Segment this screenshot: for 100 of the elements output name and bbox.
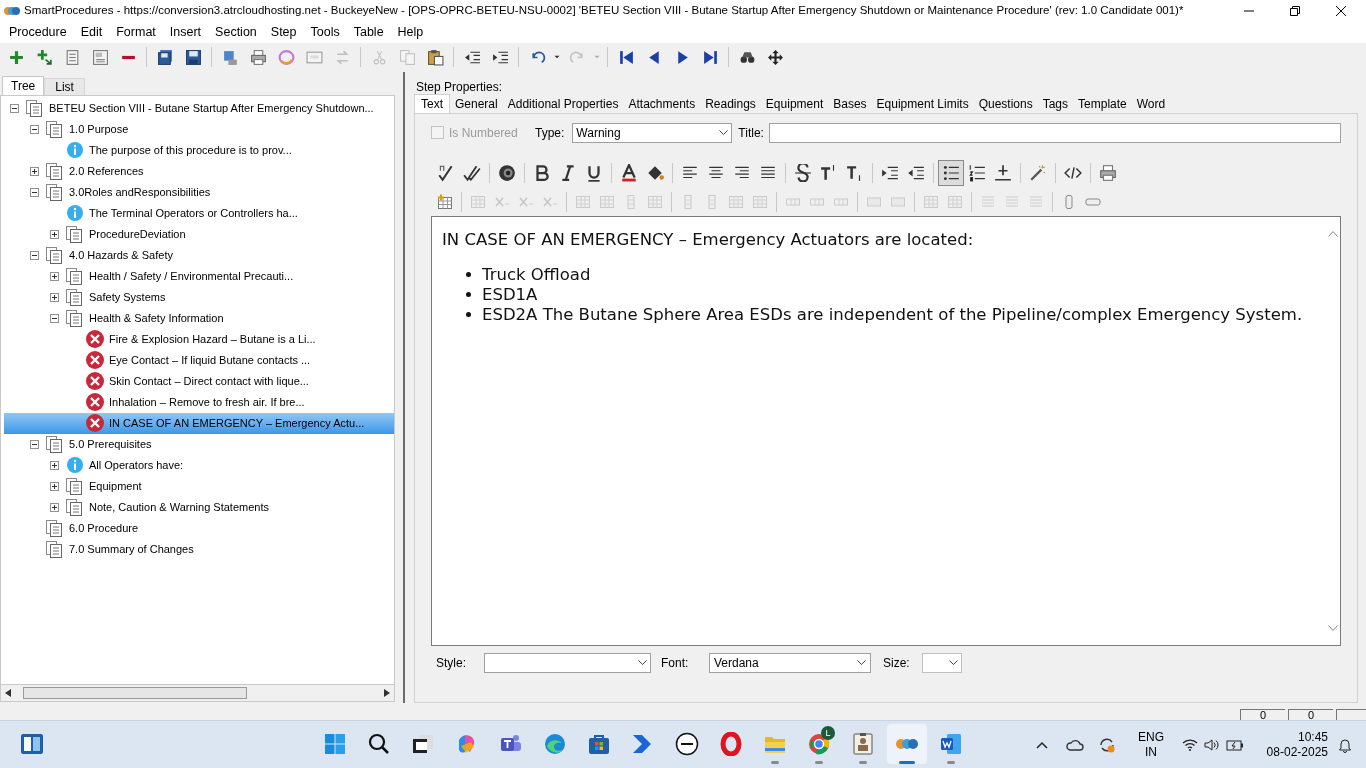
tab[interactable]: List: [44, 77, 85, 95]
font-color-icon[interactable]: [620, 163, 638, 182]
collapse-icon[interactable]: [29, 124, 39, 134]
collapse-icon[interactable]: [9, 103, 19, 113]
insert-table-icon[interactable]: [437, 193, 453, 210]
bullet-list-button[interactable]: [938, 159, 964, 186]
tree-item[interactable]: The Terminal Operators or Controllers ha...: [89, 205, 298, 222]
tab[interactable]: Tags: [1037, 95, 1074, 113]
expand-icon[interactable]: [49, 229, 59, 239]
first-icon[interactable]: [617, 48, 635, 66]
tree-item[interactable]: 3.0Roles andResponsibilities: [69, 184, 211, 201]
expand-icon[interactable]: [49, 502, 59, 512]
scroll-right-icon[interactable]: [384, 688, 390, 697]
tree-item[interactable]: Note, Caution & Warning Statements: [89, 499, 269, 516]
menu-item[interactable]: Table: [346, 22, 391, 43]
menu-item[interactable]: Tools: [303, 22, 347, 43]
save-icon[interactable]: [184, 48, 202, 66]
store-bag-icon[interactable]: [587, 732, 611, 757]
tree-item[interactable]: 2.0 References: [69, 163, 144, 180]
cloud-icon[interactable]: [1066, 737, 1084, 752]
numbered-list-icon[interactable]: [968, 163, 986, 182]
style-dropdown[interactable]: [484, 652, 651, 673]
menu-item[interactable]: Procedure: [2, 22, 74, 43]
wave-icon[interactable]: [543, 732, 567, 757]
title-field[interactable]: [768, 122, 1341, 143]
form-icon[interactable]: [91, 48, 109, 66]
volume-icon[interactable]: [1204, 737, 1220, 752]
speaker-icon[interactable]: [498, 163, 516, 182]
menu-item[interactable]: Edit: [73, 22, 110, 43]
scroll-left-icon[interactable]: [5, 688, 11, 697]
tab[interactable]: Readings: [700, 95, 761, 113]
tab[interactable]: Text: [414, 93, 450, 113]
magic-wand-icon[interactable]: [1029, 163, 1047, 182]
tab[interactable]: Template: [1073, 95, 1132, 113]
ring-icon[interactable]: [277, 48, 295, 66]
tree-item[interactable]: 7.0 Summary of Changes: [69, 541, 194, 558]
selected-row[interactable]: IN CASE OF AN EMERGENCY – Emergency Actu...: [4, 412, 394, 434]
last-icon[interactable]: [701, 48, 719, 66]
windows-grid-icon[interactable]: [323, 732, 347, 757]
menu-item[interactable]: Step: [263, 22, 304, 43]
tab[interactable]: Bases: [828, 95, 872, 113]
spellcheck-all-icon[interactable]: [463, 163, 481, 182]
tree-item[interactable]: Health / Safety / Environmental Precauti...: [89, 268, 294, 285]
plus-arrow-icon[interactable]: [35, 48, 53, 66]
expand-icon[interactable]: [49, 271, 59, 281]
id-card-icon[interactable]: [851, 732, 875, 757]
tree-item[interactable]: The purpose of this procedure is to prov...: [89, 142, 292, 159]
tree-item[interactable]: Equipment: [89, 478, 142, 495]
expand-icon[interactable]: [29, 166, 39, 176]
paste-icon[interactable]: [426, 48, 444, 66]
tree-item[interactable]: Inhalation – Remove to fresh air. If bre...: [109, 394, 305, 411]
tab[interactable]: Equipment Limits: [871, 95, 974, 113]
plus-icon[interactable]: [7, 48, 25, 66]
tab[interactable]: Questions: [973, 95, 1038, 113]
bell-icon[interactable]: [1338, 736, 1352, 753]
menu-item[interactable]: Section: [208, 22, 264, 43]
tab[interactable]: Tree: [2, 75, 45, 95]
ring-icon[interactable]: [719, 732, 743, 757]
tab[interactable]: Attachments: [623, 95, 701, 113]
scroll-down-icon[interactable]: [1328, 624, 1338, 631]
tree-item[interactable]: Eye Contact – If liquid Butane contacts ...: [109, 352, 311, 369]
clock-date[interactable]: 08-02-2025: [1266, 744, 1328, 760]
tree-item[interactable]: Fire & Explosion Hazard – Butane is a Li...: [109, 331, 316, 348]
printer-icon[interactable]: [1099, 163, 1117, 182]
tree-item[interactable]: Safety Systems: [89, 289, 166, 306]
bold-icon[interactable]: [533, 163, 551, 182]
spellcheck-icon[interactable]: [437, 163, 455, 182]
tree-item[interactable]: 6.0 Procedure: [69, 520, 139, 537]
active-app-button[interactable]: [887, 724, 927, 765]
font-dropdown[interactable]: Verdana: [709, 652, 871, 673]
underline-icon[interactable]: [585, 163, 603, 182]
tree-item[interactable]: 1.0 Purpose: [69, 121, 129, 138]
move-icon[interactable]: [766, 48, 784, 66]
scrollbar-thumb[interactable]: [23, 686, 247, 699]
collapse-icon[interactable]: [49, 313, 59, 323]
tree-item[interactable]: BETEU Section VIII - Butane Startup After Emergency Shutdown...: [49, 100, 374, 117]
clock-time[interactable]: 10:45: [1297, 729, 1328, 745]
word-document-icon[interactable]: [939, 732, 963, 757]
tree-item[interactable]: Skin Contact – Direct contact with lique...: [109, 373, 309, 390]
italic-icon[interactable]: [559, 163, 577, 182]
tab[interactable]: Equipment: [760, 95, 829, 113]
expand-icon[interactable]: [49, 292, 59, 302]
tree-item[interactable]: 4.0 Hazards & Safety: [69, 247, 173, 264]
collapse-icon[interactable]: [29, 250, 39, 260]
widgets-icon[interactable]: [20, 733, 44, 756]
wifi-icon[interactable]: [1182, 738, 1198, 752]
tree-item[interactable]: All Operators have:: [89, 457, 184, 474]
tree-item[interactable]: 5.0 Prerequisites: [69, 436, 152, 453]
strikethrough-icon[interactable]: [794, 163, 812, 182]
chevron-up-icon[interactable]: [1036, 740, 1048, 749]
collapse-icon[interactable]: [29, 439, 39, 449]
expand-icon[interactable]: [49, 460, 59, 470]
tree-item[interactable]: Health & Safety Information: [89, 310, 224, 327]
scroll-up-icon[interactable]: [1328, 230, 1338, 237]
disc-icon[interactable]: [675, 732, 699, 757]
tree-item[interactable]: ProcedureDeviation: [89, 226, 186, 243]
tab[interactable]: Word: [1131, 95, 1171, 113]
language-indicator[interactable]: ENG: [1138, 729, 1164, 745]
battery-icon[interactable]: [1226, 738, 1244, 751]
restore-icon[interactable]: [1289, 4, 1301, 17]
